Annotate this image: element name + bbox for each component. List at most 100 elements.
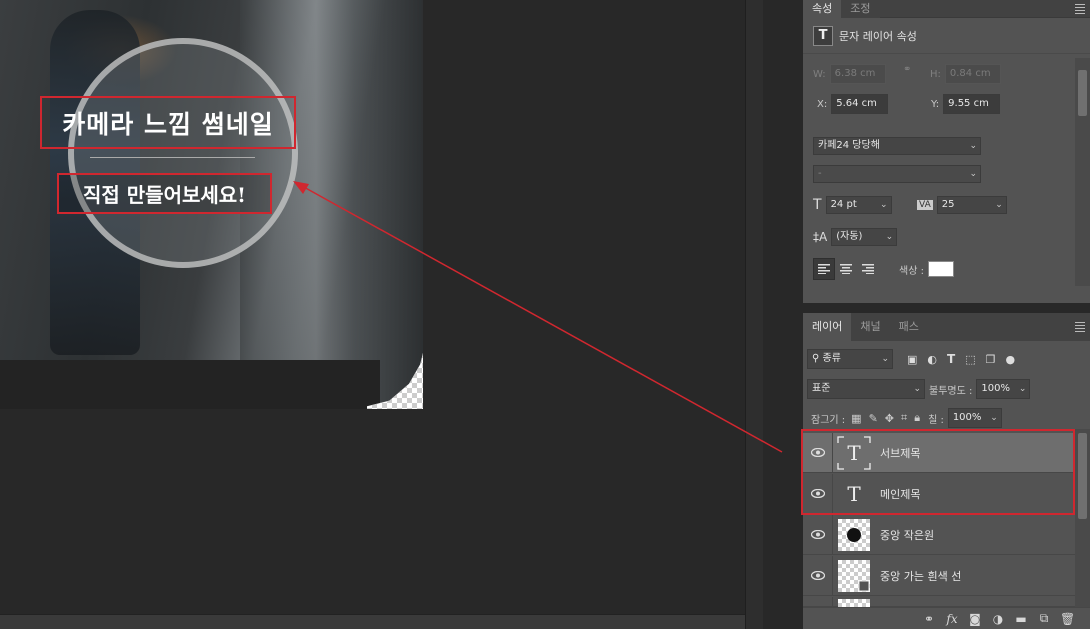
layer-name: 서브제목 [880,446,921,460]
layers-scroll-thumb[interactable] [1078,433,1087,519]
lock-transparent-icon[interactable]: ▦ [851,412,861,425]
opacity-value: 100% [981,383,1010,394]
font-style-row: - ⌄ [813,165,981,183]
height-label: H: [930,68,941,80]
align-right-button[interactable] [857,258,879,280]
height-row: H: 0.84 cm [930,64,1001,84]
opacity-field[interactable]: 100% ⌄ [976,379,1031,399]
lock-position-icon[interactable]: ✥ [885,412,894,425]
chevron-down-icon: ⌄ [913,384,921,394]
y-field[interactable]: 9.55 cm [943,94,1001,114]
width-field: 6.38 cm [829,64,886,84]
tab-channels[interactable]: 채널 [851,313,890,341]
lock-image-icon[interactable]: ✎ [869,412,878,425]
filter-kind-select[interactable]: ⚲ 종류 ⌄ [807,349,893,369]
properties-header-label: 문자 레이어 속성 [839,29,917,43]
layer-row-main-title[interactable]: T 메인제목 [803,473,1075,514]
chevron-down-icon: ⌄ [881,354,889,364]
font-family-value: 카페24 당당해 [818,140,880,151]
tracking-row: VA 25 ⌄ [917,196,1007,214]
height-field: 0.84 cm [944,64,1001,84]
lock-all-icon[interactable]: 🔒︎ [914,411,920,425]
layer-row-subtitle[interactable]: T 서브제목 [803,432,1075,473]
visibility-eye-icon[interactable] [803,473,833,514]
visibility-eye-icon[interactable] [803,555,833,596]
y-row: Y: 9.55 cm [931,94,1001,114]
font-family-select[interactable]: 카페24 당당해 ⌄ [813,137,981,155]
document-image[interactable]: 카메라 느낌 썸네일 직접 만들어보세요! [0,0,423,409]
layers-scrollbar[interactable] [1075,429,1090,607]
tab-paths[interactable]: 패스 [889,313,928,341]
layers-panel: 레이어 채널 패스 ⚲ 종류 ⌄ ▣ ◐ T ⬚ ❐ ● 표준 ⌄ 불투명도 :… [803,313,1090,629]
tab-adjustments[interactable]: 조정 [841,0,880,18]
x-field[interactable]: 5.64 cm [831,94,889,114]
canvas-horizontal-scrollbar[interactable] [0,614,745,629]
adjustment-filter-icon[interactable]: ◐ [927,353,937,366]
main-title-text: 카메라 느낌 썸네일 [62,109,274,139]
main-title-highlight[interactable]: 카메라 느낌 썸네일 [40,96,296,149]
leading-select[interactable]: (자동) ⌄ [831,228,898,246]
font-size-icon: T [813,197,822,213]
link-dimensions[interactable]: ⚭ [903,64,915,75]
smart-object-filter-icon[interactable]: ❐ [986,353,996,366]
tracking-select[interactable]: 25 ⌄ [936,196,1007,214]
text-color-swatch[interactable] [927,261,954,277]
trash-icon[interactable]: 🗑︎ [1060,612,1075,626]
layer-row-thin-line[interactable]: 중앙 가는 흰색 선 [803,555,1075,596]
color-label: 색상 : [899,265,924,277]
blend-row: 표준 ⌄ 불투명도 : 100% ⌄ [807,379,1087,399]
layer-row-partial[interactable] [803,596,1075,607]
width-label: W: [813,68,826,80]
properties-scrollbar[interactable] [1075,58,1090,286]
tab-properties[interactable]: 속성 [803,0,842,18]
leading-row: ‡A (자동) ⌄ [813,228,898,246]
properties-panel: 속성 조정 T 문자 레이어 속성 W: 6.38 cm ⚭ H: 0.84 c… [803,0,1090,303]
link-icon[interactable]: ⚭ [922,612,936,626]
adjustment-icon[interactable]: ◑ [991,612,1005,626]
leading-icon: ‡A [813,230,828,244]
type-filter-icon[interactable]: T [947,352,955,366]
align-left-button[interactable] [813,258,835,280]
properties-scroll-thumb[interactable] [1078,70,1087,116]
opacity-label: 불투명도 : [929,385,973,397]
sub-title-highlight[interactable]: 직접 만들어보세요! [57,173,272,214]
chevron-down-icon: ⌄ [969,141,977,151]
mirror-edge [0,360,380,409]
mask-icon[interactable]: ◙ [968,612,982,626]
layers-menu-icon[interactable] [1070,313,1090,341]
folder-icon[interactable]: ▬ [1014,612,1028,626]
shape-filter-icon[interactable]: ⬚ [965,353,975,366]
fx-icon[interactable]: fx [945,612,959,626]
layer-row-center-circle[interactable]: 중앙 작은원 [803,514,1075,555]
new-layer-icon[interactable]: ⧉ [1037,611,1051,626]
document-canvas-area[interactable]: 카메라 느낌 썸네일 직접 만들어보세요! [0,0,745,614]
blend-mode-select[interactable]: 표준 ⌄ [807,379,925,399]
tracking-icon: VA [917,200,933,210]
y-label: Y: [931,98,940,110]
blend-mode-value: 표준 [812,383,831,394]
properties-header: T 문자 레이어 속성 [803,18,1090,54]
visibility-eye-icon[interactable] [803,432,833,473]
align-center-icon [840,264,852,274]
chevron-down-icon: ⌄ [880,200,888,210]
lock-artboard-icon[interactable]: ⌗ [901,411,907,425]
filter-toggle-icon[interactable]: ● [1005,353,1015,366]
align-center-button[interactable] [835,258,857,280]
visibility-eye-icon[interactable] [803,596,833,607]
canvas-vertical-scrollbar[interactable] [745,0,763,629]
font-size-select[interactable]: 24 pt ⌄ [825,196,892,214]
pixel-filter-icon[interactable]: ▣ [907,353,917,366]
visibility-eye-icon[interactable] [803,514,833,555]
panel-menu-icon[interactable] [1070,0,1090,17]
tab-layers[interactable]: 레이어 [803,313,852,341]
font-style-select[interactable]: - ⌄ [813,165,981,183]
fill-field[interactable]: 100% ⌄ [947,408,1002,428]
vector-shape-badge-icon [858,580,870,591]
layer-thumbnail [838,599,870,607]
properties-tabs: 속성 조정 [803,0,1090,18]
type-icon: T [847,481,861,506]
chevron-down-icon: ⌄ [1018,384,1027,394]
chevron-down-icon: ⌄ [885,232,894,242]
panel-gap [763,0,803,629]
layer-name: 중앙 작은원 [880,528,935,542]
